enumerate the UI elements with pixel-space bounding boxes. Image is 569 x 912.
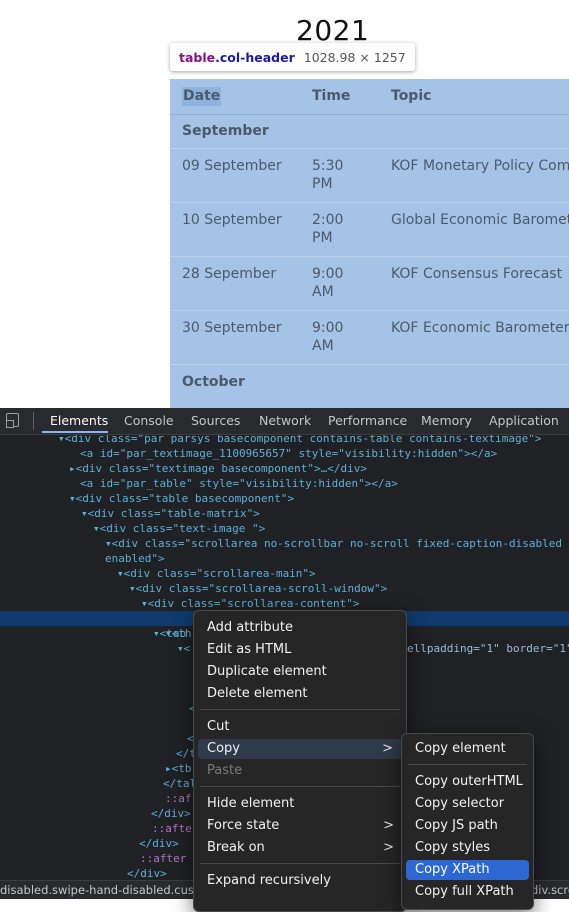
menu-item-hide-element[interactable]: Hide element [194,794,406,814]
menu-item-duplicate-element[interactable]: Duplicate element [194,662,406,682]
row-time-period: PM [312,176,333,192]
row-date: 28 Sepember [182,266,277,282]
tab-elements[interactable]: Elements [50,413,108,428]
menu-item-copy-outerhtml[interactable]: Copy outerHTML [402,772,533,792]
menu-item-force-state[interactable]: Force state > [194,816,406,836]
tab-performance[interactable]: Performance [328,413,407,428]
menu-item-edit-as-html[interactable]: Edit as HTML [194,640,406,660]
tab-sources[interactable]: Sources [191,413,240,428]
column-header-topic: Topic [391,88,432,104]
row-time: 5:30 [312,158,344,174]
row-topic[interactable]: Global Economic Baromet [391,211,569,230]
menu-item-delete-element[interactable]: Delete element [194,684,406,704]
copy-submenu: Copy element Copy outerHTML Copy selecto… [401,733,534,910]
row-time-period: AM [312,338,334,354]
tab-console[interactable]: Console [124,413,174,428]
row-time-period: PM [312,230,333,246]
row-topic[interactable]: KOF Consensus Forecast [391,265,562,284]
menu-item-break-on[interactable]: Break on > [194,838,406,858]
menu-item-copy-selector[interactable]: Copy selector [402,794,533,814]
menu-item-paste: Paste [207,763,243,778]
row-date: 09 September [182,158,282,174]
row-time: 2:00 [312,212,344,228]
dom-node[interactable]: <a id="par_table" style="visibility:hidd… [0,476,569,491]
menu-separator [200,709,400,710]
menu-item-add-attribute[interactable]: Add attribute [194,618,406,638]
row-time-period: AM [312,284,334,300]
tab-memory[interactable]: Memory [421,413,472,428]
dom-node[interactable]: ▾<div class="scrollarea-content"> [0,596,569,611]
dom-node[interactable]: ▸<div class="textimage basecomponent">…<… [0,461,569,476]
menu-item-copy-xpath[interactable]: Copy XPath [406,860,529,880]
dom-node[interactable]: ▾<div class="table-matrix"> [0,506,569,521]
devtools-tab-bar: Elements Console Sources Network Perform… [0,408,569,435]
element-inspect-tooltip: table.col-header 1028.98 × 1257 [170,43,415,71]
menu-separator [200,786,400,787]
menu-item-copy-js-path[interactable]: Copy JS path [402,816,533,836]
column-header-date: Date [182,87,222,106]
row-date: 10 September [182,212,282,228]
dom-node[interactable]: ▾<div class="table basecomponent"> [0,491,569,506]
dom-node[interactable]: ▾<div class="scrollarea-scroll-window"> [0,581,569,596]
menu-item-copy-element[interactable]: Copy element [402,739,533,759]
menu-separator [200,863,400,864]
row-divider [170,310,569,311]
row-date: 30 September [182,320,282,336]
row-divider [170,202,569,203]
tooltip-dimensions: 1028.98 × 1257 [303,49,406,65]
tab-application[interactable]: Application [489,413,559,428]
device-toolbar-icon[interactable] [6,413,19,428]
tab-separator [33,412,34,430]
row-topic[interactable]: KOF Monetary Policy Comm [391,157,569,176]
dom-node[interactable]: ▾<div class="scrollarea no-scrollbar no-… [0,536,569,551]
tooltip-selector: table.col-header [179,49,295,65]
dom-node-continued: enabled"> [105,552,165,565]
dom-node[interactable]: ▾<div class="text-image "> [0,521,569,536]
menu-item-copy[interactable]: Copy > [198,739,402,759]
month-heading: September [182,123,269,139]
menu-item-copy-styles[interactable]: Copy styles [402,838,533,858]
row-divider [170,148,569,149]
row-topic[interactable]: KOF Economic Barometer [391,319,569,338]
menu-item-expand-recursively[interactable]: Expand recursively [194,871,406,891]
row-divider [170,364,569,365]
menu-item-copy-full-xpath[interactable]: Copy full XPath [402,882,533,902]
menu-item-cut[interactable]: Cut [194,717,406,737]
row-divider [170,256,569,257]
events-table-highlighted: Date Time Topic September 09 September 5… [170,79,569,409]
breadcrumb-item[interactable]: disabled.swipe-hand-disabled.custo [0,881,205,899]
dom-node[interactable]: <a id="par_textimage_1100965657" style="… [0,446,569,461]
menu-separator [408,764,527,765]
dom-node[interactable]: ▾<div class="par parsys basecomponent co… [0,435,569,446]
tab-network[interactable]: Network [259,413,311,428]
submenu-arrow-icon: > [383,818,394,833]
table-header-row: Date Time Topic [170,79,569,115]
column-header-time: Time [312,88,351,104]
breadcrumb-item[interactable]: div.scro [531,881,569,899]
row-time: 9:00 [312,266,344,282]
active-tab-indicator [42,431,108,433]
row-time: 9:00 [312,320,344,336]
submenu-arrow-icon: > [383,840,394,855]
dom-node[interactable]: ▾<div class="scrollarea-main"> [0,566,569,581]
month-heading: October [182,374,245,390]
context-menu: Add attribute Edit as HTML Duplicate ele… [193,610,407,912]
submenu-arrow-icon: > [382,741,393,756]
